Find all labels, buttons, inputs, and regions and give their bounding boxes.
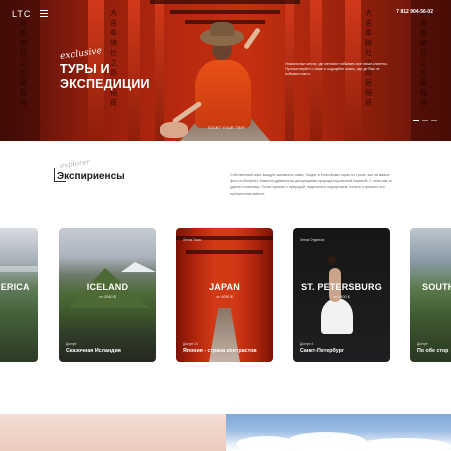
next-section-image-right — [226, 414, 451, 451]
card-city: AMERICA — [0, 282, 30, 292]
kanji-inscription: 大吉奉納社之鳥居稲荷 — [110, 9, 117, 107]
tour-card-america[interactable]: AMERICA — [0, 228, 38, 362]
card-city: ICELAND — [86, 282, 129, 292]
slide-dot[interactable] — [413, 120, 419, 121]
card-tour-name: Санкт-Петербург — [300, 348, 345, 354]
guide-hand — [160, 122, 188, 138]
snow-cap — [0, 266, 38, 272]
card-city: JAPAN — [209, 282, 240, 292]
slide-dot[interactable] — [431, 120, 437, 121]
cloud — [286, 432, 366, 451]
card-city: ST. PETERSBURG — [301, 282, 382, 292]
card-tour-name: Сказочная Исландия — [66, 348, 121, 354]
torii-beam — [186, 250, 263, 254]
start-trip-link[interactable]: START YOUR TRIP — [208, 126, 245, 130]
card-city: SOUTH — [422, 282, 451, 292]
card-meta: Доступ — [417, 342, 428, 346]
card-meta: Доступ 4 — [300, 342, 314, 346]
section-title: Экспириенсы — [57, 171, 125, 182]
tour-card-st-petersburg[interactable]: Летом Отдельно ST. PETERSBURG от 1800 $ … — [293, 228, 390, 362]
site-logo[interactable]: LTC — [12, 9, 31, 19]
hero-title-line1: ТУРЫ И — [60, 62, 110, 76]
next-section-image-left — [0, 414, 226, 451]
cloud — [356, 438, 451, 451]
card-price: от 2060 $ — [99, 295, 116, 299]
tour-card-south[interactable]: SOUTH Доступ По обе стор — [410, 228, 451, 362]
traveler-figure — [195, 60, 251, 128]
tour-card-iceland[interactable]: ICELAND от 2060 $ Доступ Сказочная Ислан… — [59, 228, 156, 362]
section-description: Собственный опыт каждую запомнить нами. … — [230, 173, 392, 196]
kanji-inscription: 大吉奉納社之鳥居稲荷 — [365, 9, 372, 107]
phone-number[interactable]: 7 812 904-56-02 — [396, 9, 433, 15]
torii-pillar — [155, 0, 164, 141]
card-tag: Летом Отдельно — [300, 238, 325, 242]
kanji-inscription: 大吉奉納社之鳥居稲荷 — [20, 9, 27, 107]
torii-beam — [170, 10, 280, 14]
card-tag: Летом Токио — [183, 238, 202, 242]
traveler-arm — [243, 27, 261, 50]
slide-dot[interactable] — [422, 120, 428, 121]
sun-hat-crown — [210, 22, 234, 36]
card-price: от 1800 $ — [333, 295, 350, 299]
torii-beam — [150, 0, 300, 4]
hero-title-line2: ЭКСПЕДИЦИИ — [60, 77, 150, 91]
hero-title: ТУРЫ И ЭКСПЕДИЦИИ — [60, 62, 150, 92]
menu-icon[interactable] — [40, 10, 48, 19]
ballerina-skirt — [321, 298, 353, 334]
card-tour-name: Япония - страна контрастов — [183, 348, 257, 354]
card-tour-name: По обе стор — [417, 348, 449, 354]
tour-card-japan[interactable]: Летом Токио JAPAN от 4030 $ Доступ 14 Яп… — [176, 228, 273, 362]
card-price: от 4030 $ — [216, 295, 233, 299]
slider-pagination[interactable] — [413, 120, 437, 121]
card-meta: Доступ 14 — [183, 342, 198, 346]
hero-description: Уникальные места, где мечтают побывать в… — [285, 62, 388, 77]
card-image — [0, 228, 38, 362]
card-meta: Доступ — [66, 342, 77, 346]
kanji-inscription: 大吉奉納社之鳥居稲荷 — [420, 9, 427, 107]
ballerina-head — [327, 256, 336, 265]
